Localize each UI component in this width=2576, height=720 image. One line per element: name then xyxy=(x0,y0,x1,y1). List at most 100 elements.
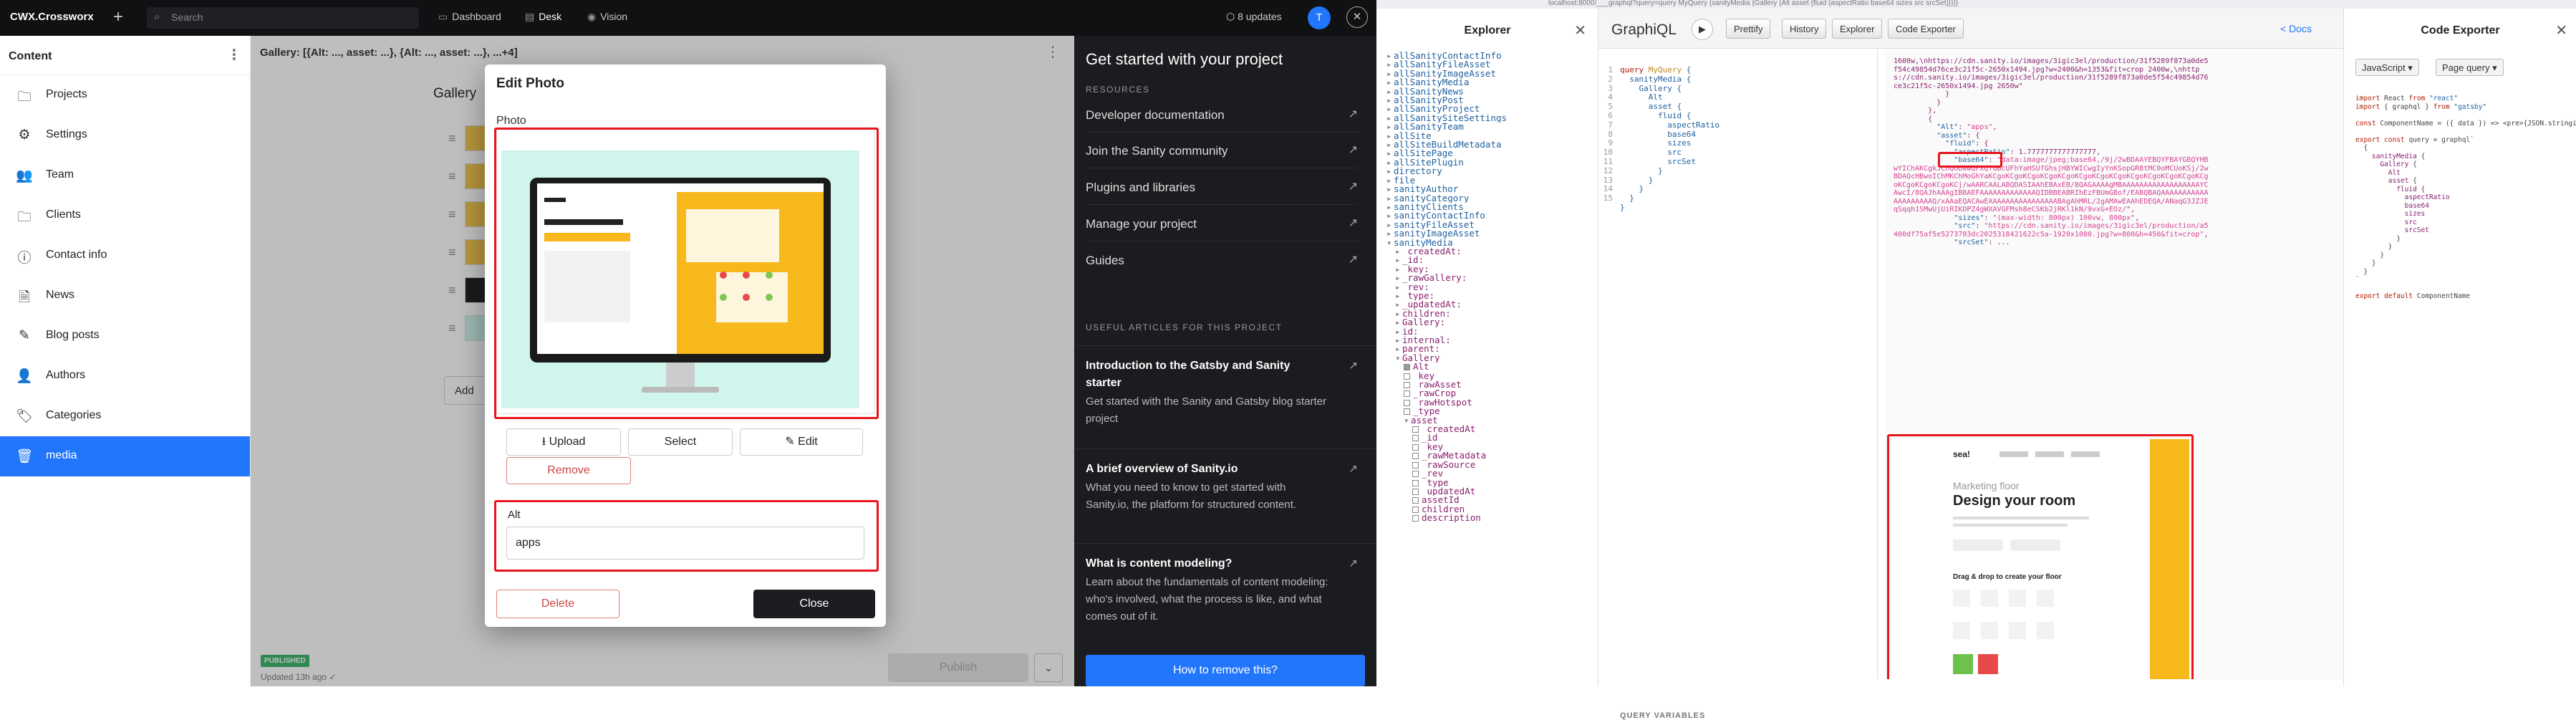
more-icon[interactable]: ⋮ xyxy=(227,46,241,64)
mode-select[interactable]: Page query ▾ xyxy=(2436,59,2504,76)
avatar[interactable]: T xyxy=(1308,6,1331,29)
updates-button[interactable]: ⬡ 8 updates xyxy=(1226,11,1282,23)
explorer-item[interactable]: _type xyxy=(1386,407,1594,416)
explorer-item[interactable]: _type xyxy=(1386,479,1594,487)
explorer-item[interactable]: children xyxy=(1386,505,1594,514)
explorer-item[interactable]: ▸ _id: xyxy=(1386,256,1594,264)
explorer-item[interactable]: ▸ parent: xyxy=(1386,345,1594,353)
explorer-item[interactable]: ▸ allSanityProject xyxy=(1386,105,1594,113)
explorer-item[interactable]: ▸ _createdAt: xyxy=(1386,247,1594,256)
explorer-item[interactable]: _rawMetadata xyxy=(1386,451,1594,460)
explorer-item[interactable]: _rawAsset xyxy=(1386,380,1594,389)
language-select[interactable]: JavaScript ▾ xyxy=(2355,59,2419,76)
explorer-item[interactable]: ▸ allSanityFileAsset xyxy=(1386,60,1594,69)
resource-link[interactable]: Manage your project ↗ xyxy=(1086,207,1358,241)
edit-button[interactable]: ✎ Edit xyxy=(740,428,863,456)
query-variables-label[interactable]: QUERY VARIABLES xyxy=(1620,711,1705,720)
explorer-item[interactable]: ▸ sanityClients xyxy=(1386,203,1594,211)
logo[interactable]: CWX.Crossworx xyxy=(10,11,94,23)
sidebar-item-clients[interactable]: 🗀 Clients xyxy=(0,196,250,236)
article-card[interactable]: What is content modeling? Learn about th… xyxy=(1074,543,1376,651)
explorer-item[interactable]: _key xyxy=(1386,372,1594,380)
explorer-item[interactable]: ▸ id: xyxy=(1386,327,1594,336)
explorer-item[interactable]: ▸ Gallery: xyxy=(1386,318,1594,327)
explorer-item[interactable]: ▾ Gallery xyxy=(1386,354,1594,363)
sidebar-item-projects[interactable]: 🗀 Projects xyxy=(0,75,250,115)
upload-button[interactable]: ⭳ Upload xyxy=(506,428,621,456)
sidebar-item-media[interactable]: 🗑 media xyxy=(0,436,250,476)
explorer-item[interactable]: _rawCrop xyxy=(1386,389,1594,398)
explorer-item[interactable]: ▸ _rawGallery: xyxy=(1386,274,1594,282)
explorer-item[interactable]: ▸ _type: xyxy=(1386,292,1594,300)
resource-link[interactable]: Developer documentation ↗ xyxy=(1086,98,1358,133)
explorer-item[interactable]: ▸ allSitePage xyxy=(1386,149,1594,158)
explorer-item[interactable]: ▸ allSite xyxy=(1386,132,1594,140)
how-to-remove-button[interactable]: How to remove this? xyxy=(1086,655,1365,686)
query-code[interactable]: query MyQuery { sanityMedia { Gallery { … xyxy=(1620,65,1719,213)
explorer-item[interactable]: ▸ _updatedAt: xyxy=(1386,300,1594,309)
explorer-item[interactable]: _rawSource xyxy=(1386,461,1594,469)
tab-dashboard[interactable]: ▭ Dashboard xyxy=(438,11,501,23)
explorer-button[interactable]: Explorer xyxy=(1832,19,1883,39)
explorer-item[interactable]: Alt xyxy=(1386,363,1594,371)
explorer-item[interactable]: ▸ allSanityTeam xyxy=(1386,123,1594,131)
delete-button[interactable]: Delete xyxy=(496,590,619,618)
sidebar-item-news[interactable]: 🗎 News xyxy=(0,276,250,316)
explorer-item[interactable]: ▸ allSiteBuildMetadata xyxy=(1386,140,1594,149)
explorer-item[interactable]: ▸ sanityContactInfo xyxy=(1386,211,1594,220)
close-button[interactable]: Close xyxy=(753,590,875,618)
exported-code[interactable]: import React from "react" import { graph… xyxy=(2355,95,2576,301)
explorer-item[interactable]: _id xyxy=(1386,433,1594,442)
explorer-item[interactable]: ▸ sanityFileAsset xyxy=(1386,221,1594,229)
explorer-item[interactable]: _rawHotspot xyxy=(1386,398,1594,407)
explorer-item[interactable]: ▸ internal: xyxy=(1386,336,1594,345)
sidebar-item-contact-info[interactable]: ⓘ Contact info xyxy=(0,236,250,276)
explorer-item[interactable]: ▸ file xyxy=(1386,176,1594,185)
explorer-item[interactable]: ▸ allSanityContactInfo xyxy=(1386,52,1594,60)
sidebar-item-team[interactable]: 👥 Team xyxy=(0,155,250,196)
resource-link[interactable]: Guides ↗ xyxy=(1086,244,1358,278)
explorer-item[interactable]: ▸ allSitePlugin xyxy=(1386,158,1594,167)
explorer-item[interactable]: ▸ sanityAuthor xyxy=(1386,185,1594,193)
sidebar-item-authors[interactable]: 👤 Authors xyxy=(0,356,250,396)
sidebar-item-settings[interactable]: ⚙ Settings xyxy=(0,115,250,155)
explorer-item[interactable]: description xyxy=(1386,514,1594,522)
explorer-item[interactable]: ▸ allSanityPost xyxy=(1386,96,1594,105)
address-bar[interactable]: localhost:8000/___graphql?query=query My… xyxy=(1376,0,2576,9)
explorer-item[interactable]: ▸ allSanitySiteSettings xyxy=(1386,114,1594,123)
close-icon[interactable]: ✕ xyxy=(2555,21,2567,39)
close-icon[interactable]: ✕ xyxy=(1346,6,1368,28)
explorer-item[interactable]: _key xyxy=(1386,443,1594,451)
tab-desk[interactable]: ▤ Desk xyxy=(525,11,561,23)
resource-link[interactable]: Join the Sanity community ↗ xyxy=(1086,134,1358,168)
explorer-item[interactable]: _updatedAt xyxy=(1386,487,1594,496)
explorer-item[interactable]: ▾ sanityMedia xyxy=(1386,239,1594,247)
run-button[interactable]: ▶ xyxy=(1692,19,1713,40)
remove-button[interactable]: Remove xyxy=(506,457,631,484)
explorer-item[interactable]: ▸ sanityCategory xyxy=(1386,194,1594,203)
prettify-button[interactable]: Prettify xyxy=(1726,19,1771,39)
explorer-item[interactable]: _rev xyxy=(1386,469,1594,478)
docs-link[interactable]: < Docs xyxy=(2280,23,2312,34)
explorer-item[interactable]: ▸ allSanityImageAsset xyxy=(1386,69,1594,78)
explorer-item[interactable]: ▸ children: xyxy=(1386,309,1594,318)
explorer-item[interactable]: ▸ allSanityNews xyxy=(1386,87,1594,96)
resource-link[interactable]: Plugins and libraries ↗ xyxy=(1086,171,1358,205)
history-button[interactable]: History xyxy=(1782,19,1827,39)
sidebar-item-blog-posts[interactable]: ✎ Blog posts xyxy=(0,316,250,356)
search-input[interactable]: ⌕ Search xyxy=(147,7,419,29)
close-icon[interactable]: ✕ xyxy=(1574,21,1586,39)
query-editor[interactable]: 1 2 3 4 5 6 7 8 9 10 11 12 13 14 15 quer… xyxy=(1598,49,1878,720)
explorer-item[interactable]: ▸ sanityImageAsset xyxy=(1386,229,1594,238)
explorer-item[interactable]: ▸ directory xyxy=(1386,167,1594,176)
explorer-item[interactable]: assetId xyxy=(1386,496,1594,504)
explorer-item[interactable]: ▸ _key: xyxy=(1386,265,1594,274)
code-exporter-button[interactable]: Code Exporter xyxy=(1888,19,1964,39)
sidebar-item-categories[interactable]: 🏷 Categories xyxy=(0,396,250,436)
explorer-item[interactable]: _createdAt xyxy=(1386,425,1594,433)
tab-vision[interactable]: ◉ Vision xyxy=(587,11,627,23)
select-button[interactable]: Select xyxy=(628,428,733,456)
explorer-tree[interactable]: ▸ allSanityContactInfo ▸ allSanityFileAsset… xyxy=(1386,52,1594,523)
explorer-item[interactable]: ▸ _rev: xyxy=(1386,283,1594,292)
explorer-item[interactable]: ▾ asset xyxy=(1386,416,1594,425)
